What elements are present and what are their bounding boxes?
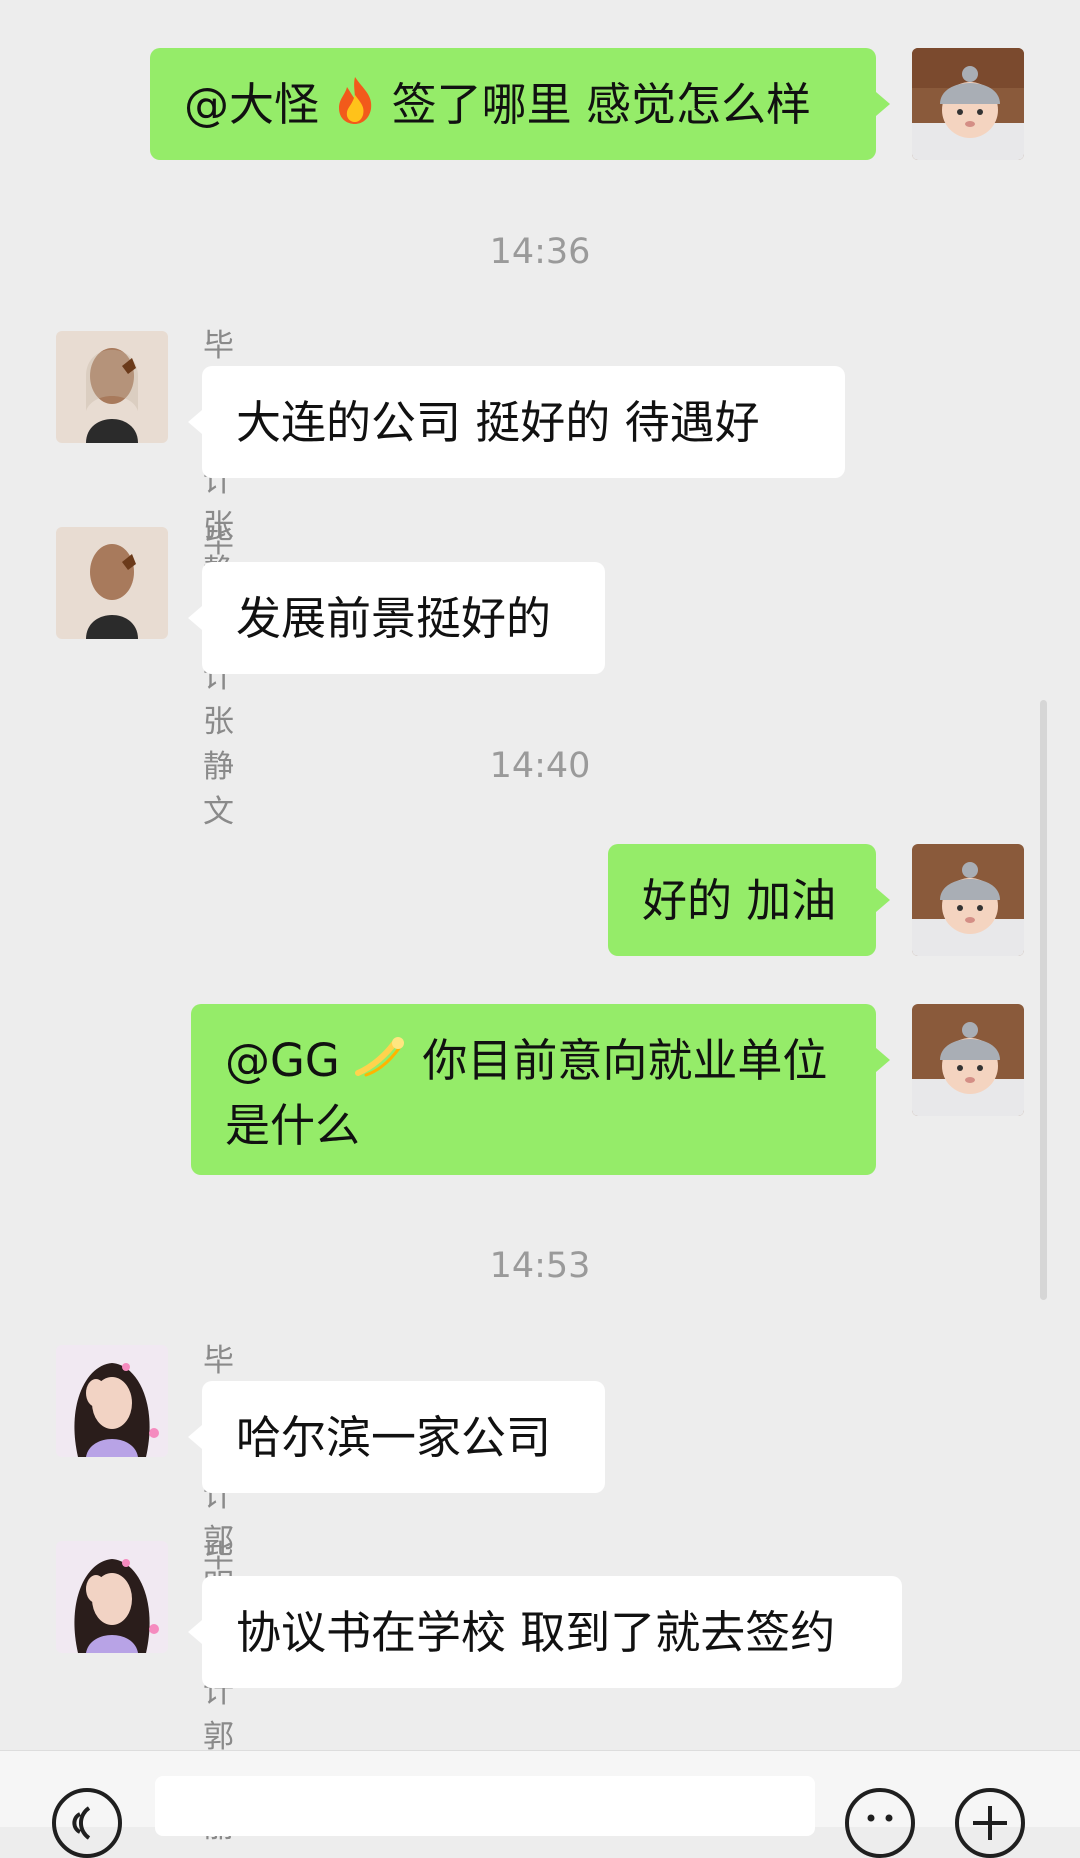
timestamp: 14:53 [489,1246,591,1286]
chat-bubble-me[interactable]: @大怪 签了哪里 感觉怎么样 [150,48,876,160]
bubble-tail [188,606,202,630]
avatar-me[interactable] [912,48,1024,160]
mention: @GG [225,1034,340,1087]
chat-bubble-other[interactable]: 发展前景挺好的 [202,562,605,674]
timestamp: 14:40 [489,746,591,786]
chat-bubble-other[interactable]: 大连的公司 挺好的 待遇好 [202,366,845,478]
message-text: 签了哪里 感觉怎么样 [391,78,811,131]
message-line-2: 是什么 [225,1099,361,1152]
chat-bubble-me[interactable]: @GG 你目前意向就业单位 是什么 [191,1004,876,1175]
chat-bubble-other[interactable]: 哈尔滨一家公司 [202,1381,605,1493]
message-input[interactable] [155,1776,815,1836]
bubble-tail [188,1620,202,1644]
smiley-icon[interactable] [845,1788,915,1858]
avatar-zhang-jingwen[interactable] [56,527,168,639]
avatar-me[interactable] [912,1004,1024,1116]
avatar-guo-mingli[interactable] [56,1345,168,1457]
shooting-star-emoji [354,1033,408,1095]
bubble-tail [876,888,890,912]
message-line-1: @GG 你目前意向就业单位 [225,1030,842,1095]
chat-bubble-other[interactable]: 协议书在学校 取到了就去签约 [202,1576,902,1688]
message-text: 你目前意向就业单位 [422,1034,828,1087]
scrollbar[interactable] [1040,700,1047,1300]
voice-icon[interactable] [52,1788,122,1858]
bubble-tail [188,1425,202,1449]
timestamp: 14:36 [489,232,591,272]
bubble-tail [188,410,202,434]
avatar-zhang-jingwen[interactable] [56,331,168,443]
message-text: @大怪 [184,78,320,131]
plus-icon[interactable] [955,1788,1025,1858]
avatar-me[interactable] [912,844,1024,956]
fire-emoji [333,75,377,141]
bubble-tail [876,92,890,116]
avatar-guo-mingli[interactable] [56,1541,168,1653]
chat-bubble-me[interactable]: 好的 加油 [608,844,876,956]
bubble-tail [876,1048,890,1072]
